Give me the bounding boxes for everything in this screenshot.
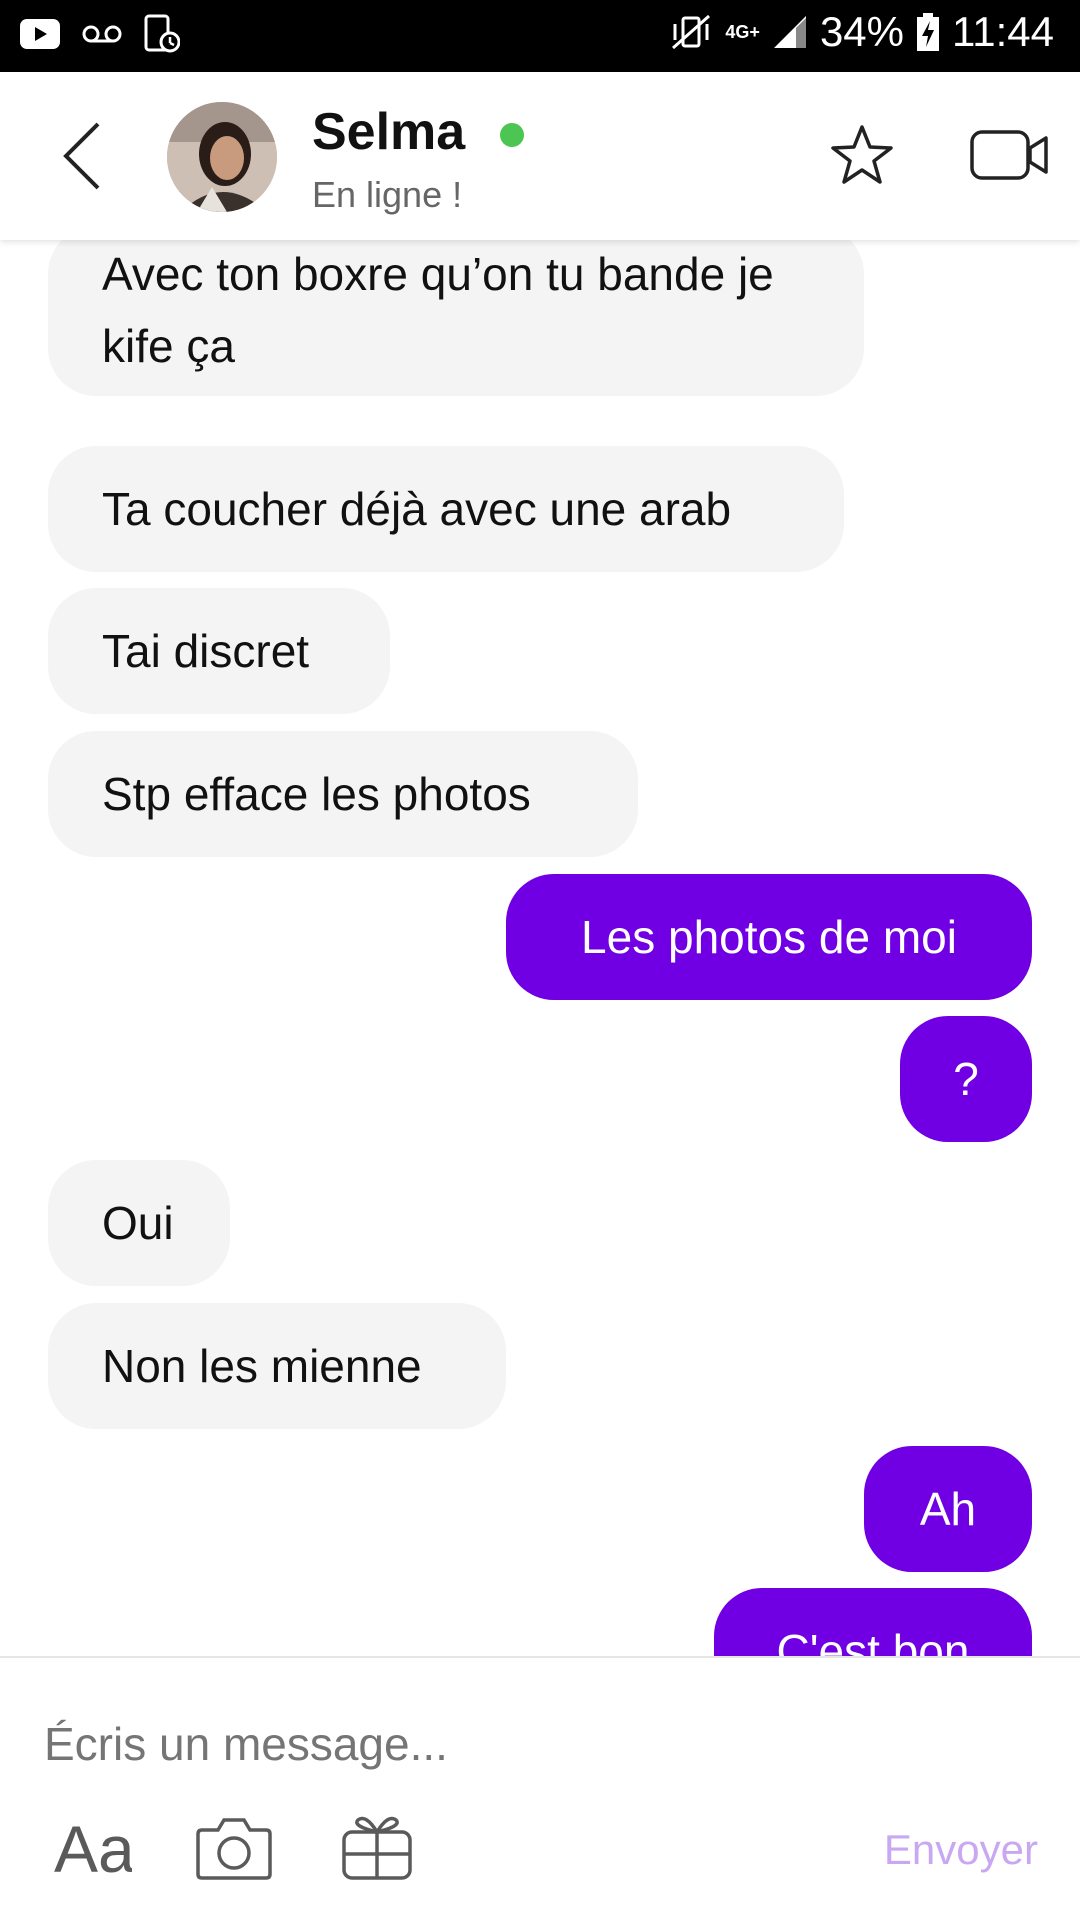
send-button[interactable]: Envoyer bbox=[884, 1826, 1038, 1874]
message-outgoing[interactable]: C'est bon bbox=[714, 1588, 1032, 1656]
battery-charging-icon bbox=[917, 13, 939, 51]
font-icon-label: Aa bbox=[54, 1812, 132, 1886]
message-text: Ah bbox=[919, 1483, 977, 1535]
message-input[interactable] bbox=[42, 1708, 946, 1780]
contact-avatar[interactable] bbox=[167, 102, 277, 212]
message-list[interactable]: Avec ton boxre qu’on tu bande je kife ça… bbox=[0, 240, 1080, 1656]
gift-icon[interactable] bbox=[340, 1810, 414, 1882]
network-type-label: 4G+ bbox=[725, 22, 760, 42]
message-incoming[interactable]: Non les mienne bbox=[48, 1303, 506, 1429]
status-bar: 4G+ 34% 11:44 bbox=[0, 0, 1080, 72]
message-text: C'est bon bbox=[776, 1625, 970, 1656]
message-incoming[interactable]: Tai discret bbox=[48, 588, 390, 714]
message-incoming[interactable]: Oui bbox=[48, 1160, 230, 1286]
message-incoming[interactable]: Ta coucher déjà avec une arab bbox=[48, 446, 844, 572]
chat-header: Selma En ligne ! bbox=[0, 72, 1080, 240]
message-text: Stp efface les photos bbox=[102, 768, 531, 820]
message-text: Avec ton boxre qu’on tu bande je kife ça bbox=[102, 248, 774, 372]
font-icon: Aa bbox=[54, 1812, 135, 1886]
message-composer: Aa Envoyer bbox=[0, 1656, 1080, 1922]
message-text: ? bbox=[953, 1053, 979, 1105]
avatar-photo bbox=[167, 102, 277, 212]
contact-name: Selma bbox=[312, 103, 466, 161]
video-call-icon[interactable] bbox=[970, 128, 1048, 182]
message-text: Non les mienne bbox=[102, 1340, 422, 1392]
voicemail-icon bbox=[82, 25, 122, 43]
online-indicator bbox=[500, 123, 524, 147]
vibrate-mute-icon bbox=[672, 14, 711, 50]
youtube-icon bbox=[20, 19, 60, 49]
camera-icon[interactable] bbox=[196, 1816, 272, 1880]
message-outgoing[interactable]: Ah bbox=[864, 1446, 1032, 1572]
message-text: Oui bbox=[102, 1197, 174, 1249]
message-outgoing[interactable]: Les photos de moi bbox=[506, 874, 1032, 1000]
text-format-button[interactable]: Aa bbox=[52, 1808, 135, 1888]
battery-percent: 34% bbox=[819, 8, 904, 55]
message-outgoing[interactable]: ? bbox=[900, 1016, 1032, 1142]
message-text: Tai discret bbox=[102, 625, 310, 677]
message-incoming[interactable]: Avec ton boxre qu’on tu bande je kife ça bbox=[48, 240, 864, 396]
back-arrow-icon[interactable] bbox=[56, 116, 116, 196]
screen-recording-icon bbox=[144, 14, 180, 53]
message-text: Ta coucher déjà avec une arab bbox=[102, 483, 732, 535]
message-text: Les photos de moi bbox=[581, 911, 957, 963]
contact-status: En ligne ! bbox=[312, 174, 463, 215]
message-incoming[interactable]: Stp efface les photos bbox=[48, 731, 638, 857]
star-icon[interactable] bbox=[830, 124, 894, 186]
clock: 11:44 bbox=[952, 8, 1054, 55]
signal-icon bbox=[773, 16, 806, 48]
